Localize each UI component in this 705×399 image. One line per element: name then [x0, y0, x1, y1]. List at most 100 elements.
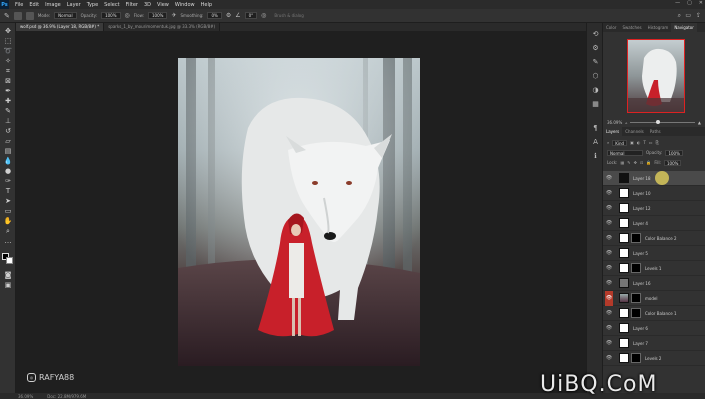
smoothing-options-icon[interactable]: ⚙: [226, 12, 231, 19]
menu-select[interactable]: Select: [101, 2, 122, 8]
visibility-eye-icon[interactable]: 👁: [605, 265, 613, 271]
shape-tool-icon[interactable]: ▭: [3, 207, 13, 215]
visibility-eye-icon[interactable]: 👁: [605, 175, 613, 181]
brush-tool-icon[interactable]: ✎: [3, 107, 13, 115]
brush-settings-icon[interactable]: ✎: [591, 57, 600, 66]
visibility-eye-icon[interactable]: 👁: [605, 235, 613, 241]
layer-row[interactable]: 👁 model: [603, 290, 705, 306]
layer-mask-thumbnail[interactable]: [631, 308, 641, 318]
menu-help[interactable]: Help: [198, 2, 215, 8]
layer-mask-thumbnail[interactable]: [631, 353, 641, 363]
layer-row[interactable]: 👁 Layer 10: [603, 186, 705, 201]
kind-filter-select[interactable]: Kind: [612, 139, 628, 146]
tab-layers[interactable]: Layers: [603, 127, 623, 136]
lock-pixels-icon[interactable]: ▦: [620, 160, 624, 165]
zoom-slider[interactable]: [630, 119, 695, 124]
menu-layer[interactable]: Layer: [64, 2, 84, 8]
filter-pixel-icon[interactable]: ▣: [630, 140, 634, 145]
history-icon[interactable]: ⟲: [591, 29, 600, 38]
layer-row[interactable]: 👁 Layer 7: [603, 336, 705, 351]
lasso-tool-icon[interactable]: ➰: [3, 47, 13, 55]
filter-adjust-icon[interactable]: ◐: [637, 140, 641, 145]
layer-mask-thumbnail[interactable]: [631, 233, 641, 243]
status-zoom[interactable]: 36.09%: [18, 394, 33, 399]
zoom-tool-icon[interactable]: ⌕: [3, 227, 13, 235]
maximize-button[interactable]: ▢: [687, 0, 692, 6]
history-brush-icon[interactable]: ↺: [3, 127, 13, 135]
type-tool-icon[interactable]: T: [3, 187, 13, 195]
layer-row[interactable]: 👁 Layer 18: [603, 171, 705, 186]
visibility-eye-icon[interactable]: 👁: [605, 205, 613, 211]
quick-mask-icon[interactable]: ◙: [3, 271, 13, 279]
zoom-slider-knob[interactable]: [656, 119, 661, 124]
visibility-eye-icon[interactable]: 👁: [605, 190, 613, 196]
tab-sparks-jpg[interactable]: sparks_1_by_mourimomentuk.jpg @ 33.3% (R…: [104, 23, 221, 31]
layer-row[interactable]: 👁 Levels 2: [603, 351, 705, 366]
quick-select-tool-icon[interactable]: ✧: [3, 57, 13, 65]
mode-select[interactable]: Normal: [54, 12, 77, 19]
pen-tool-icon[interactable]: ✑: [3, 177, 13, 185]
tab-histogram[interactable]: Histogram: [645, 23, 672, 32]
clone-stamp-icon[interactable]: ⊥: [3, 117, 13, 125]
paragraph-icon[interactable]: ¶: [591, 123, 600, 132]
eyedropper-tool-icon[interactable]: ✒: [3, 87, 13, 95]
path-select-icon[interactable]: ➤: [3, 197, 13, 205]
info-icon[interactable]: ℹ: [591, 151, 600, 160]
character-icon[interactable]: A: [591, 137, 600, 146]
tab-color[interactable]: Color: [603, 23, 619, 32]
layer-fill-field[interactable]: 100%: [664, 159, 682, 166]
visibility-eye-icon[interactable]: 👁: [605, 220, 613, 226]
minimize-button[interactable]: —: [675, 0, 680, 6]
close-button[interactable]: ✕: [699, 0, 703, 6]
workspace-icon[interactable]: ▭: [685, 12, 691, 19]
airbrush-icon[interactable]: ✈: [171, 12, 176, 19]
visibility-eye-icon[interactable]: 👁: [605, 250, 613, 256]
visibility-eye-icon[interactable]: 👁: [605, 290, 613, 306]
lock-artboard-icon[interactable]: ⊡: [640, 160, 643, 165]
visibility-eye-icon[interactable]: 👁: [605, 325, 613, 331]
gradient-tool-icon[interactable]: ▤: [3, 147, 13, 155]
filter-smart-icon[interactable]: ⎘: [656, 140, 659, 145]
layer-row[interactable]: 👁 Layer 6: [603, 321, 705, 336]
move-tool-icon[interactable]: ✥: [3, 27, 13, 35]
visibility-eye-icon[interactable]: 👁: [605, 355, 613, 361]
filter-shape-icon[interactable]: ▭: [649, 140, 653, 145]
menu-image[interactable]: Image: [42, 2, 64, 8]
visibility-eye-icon[interactable]: 👁: [605, 340, 613, 346]
brush-settings-icon[interactable]: [25, 11, 34, 20]
eraser-tool-icon[interactable]: ▱: [3, 137, 13, 145]
pressure-opacity-icon[interactable]: ◎: [125, 12, 130, 19]
layer-row[interactable]: 👁 Layer 12: [603, 201, 705, 216]
marquee-tool-icon[interactable]: ⬚: [3, 37, 13, 45]
menu-view[interactable]: View: [154, 2, 172, 8]
layer-opacity-field[interactable]: 100%: [665, 149, 683, 156]
navigator-preview[interactable]: [627, 39, 685, 113]
symmetry-label[interactable]: Brush & dialog: [274, 13, 303, 18]
lock-all-icon[interactable]: 🔒: [646, 160, 651, 165]
3d-icon[interactable]: ⬡: [591, 71, 600, 80]
menu-edit[interactable]: Edit: [26, 2, 42, 8]
lock-paint-icon[interactable]: ✎: [627, 160, 630, 165]
visibility-eye-icon[interactable]: 👁: [605, 280, 613, 286]
lock-position-icon[interactable]: ✥: [634, 160, 637, 165]
layer-mask-thumbnail[interactable]: [631, 293, 641, 303]
healing-brush-icon[interactable]: ✚: [3, 97, 13, 105]
tab-channels[interactable]: Channels: [622, 127, 647, 136]
share-icon[interactable]: ⇪: [696, 12, 701, 19]
zoom-out-icon[interactable]: ▵: [625, 120, 627, 125]
menu-filter[interactable]: Filter: [123, 2, 141, 8]
tab-swatches[interactable]: Swatches: [619, 23, 644, 32]
filter-type-icon[interactable]: T: [643, 140, 645, 145]
tab-navigator[interactable]: Navigator: [671, 23, 697, 32]
menu-file[interactable]: File: [12, 2, 26, 8]
more-tools-icon[interactable]: …: [3, 237, 13, 245]
angle-field[interactable]: 0°: [244, 12, 258, 19]
menu-type[interactable]: Type: [84, 2, 101, 8]
pressure-size-icon[interactable]: ◎: [261, 12, 266, 19]
layer-row[interactable]: 👁 Color Balance 1: [603, 306, 705, 321]
frame-tool-icon[interactable]: ⊠: [3, 77, 13, 85]
search-icon[interactable]: ⌕: [678, 12, 681, 20]
menu-3d[interactable]: 3D: [141, 2, 154, 8]
brush-tool-icon[interactable]: ✎: [4, 12, 10, 20]
libraries-icon[interactable]: ▦: [591, 99, 600, 108]
